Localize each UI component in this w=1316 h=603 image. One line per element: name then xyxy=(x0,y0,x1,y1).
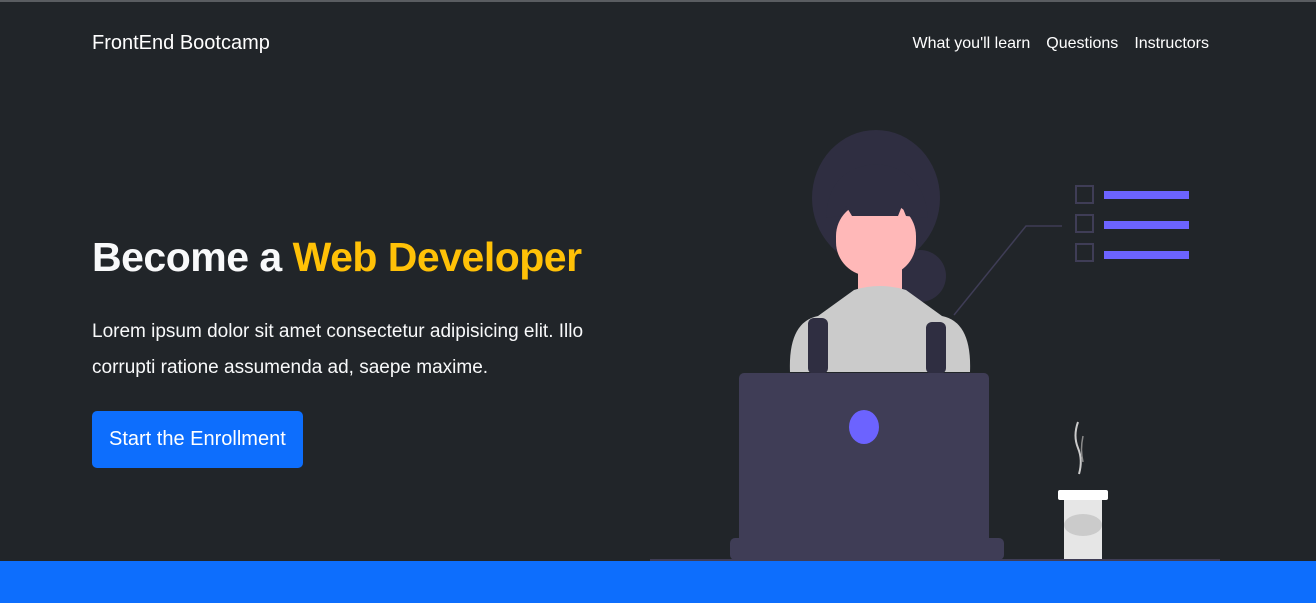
laptop-base xyxy=(730,538,1004,560)
start-enrollment-button[interactable]: Start the Enrollment xyxy=(92,411,303,468)
nav-link-instructors[interactable]: Instructors xyxy=(1134,35,1209,53)
checklist-icon xyxy=(1075,185,1189,262)
connector-line xyxy=(953,225,1062,316)
hero-title: Become a Web Developer xyxy=(92,228,652,286)
brand-link[interactable]: FrontEnd Bootcamp xyxy=(92,32,270,55)
navbar: FrontEnd Bootcamp What you'll learn Ques… xyxy=(0,2,1316,90)
hero-title-accent: Web Developer xyxy=(292,234,582,280)
laptop-logo xyxy=(849,410,879,444)
hero-section: Become a Web Developer Lorem ipsum dolor… xyxy=(92,228,652,386)
nav-links: What you'll learn Questions Instructors xyxy=(912,35,1209,53)
nav-link-questions[interactable]: Questions xyxy=(1046,35,1118,53)
hero-title-prefix: Become a xyxy=(92,234,293,280)
woman-at-laptop-illustration-icon xyxy=(650,130,1220,563)
nav-link-what-you-learn[interactable]: What you'll learn xyxy=(912,35,1030,53)
coffee-cup-icon xyxy=(1058,421,1108,559)
bottom-band xyxy=(0,561,1316,603)
hero-lead-text: Lorem ipsum dolor sit amet consectetur a… xyxy=(92,321,584,378)
laptop xyxy=(739,373,989,563)
